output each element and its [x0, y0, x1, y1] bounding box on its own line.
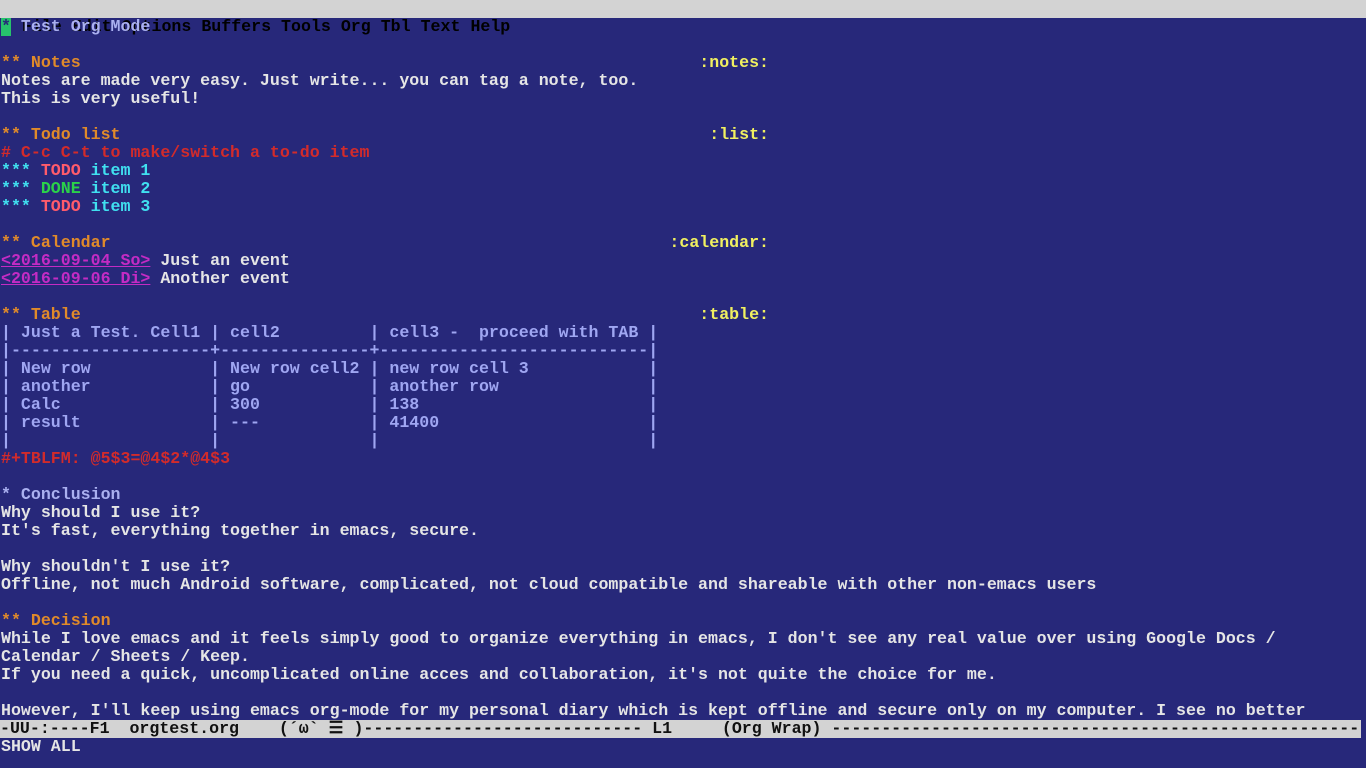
todo-item[interactable]: *** DONE item 2	[1, 180, 1365, 198]
event-text: Another event	[150, 269, 290, 288]
todo-item-text: item 2	[80, 179, 151, 198]
done-keyword: DONE	[40, 179, 81, 198]
table-row[interactable]: | Calc | 300 | 138 |	[1, 396, 1365, 414]
todo-keyword: TODO	[40, 197, 81, 216]
table-heading[interactable]: ** Table :table:	[1, 306, 1365, 324]
table-row[interactable]: | New row | New row cell2 | new row cell…	[1, 360, 1365, 378]
table-separator: |--------------------+---------------+--…	[1, 341, 659, 360]
notes-line: This is very useful!	[1, 89, 201, 108]
todo-item[interactable]: *** TODO item 3	[1, 198, 1365, 216]
decision-line: However, I'll keep using emacs org-mode …	[1, 701, 1306, 720]
todo-item-text: item 1	[80, 161, 151, 180]
editor-buffer[interactable]: * Test Org Mode ** Notes :notes: Notes ar…	[1, 18, 1365, 720]
conclusion-heading[interactable]: * Conclusion	[1, 486, 1365, 504]
conclusion-line: It's fast, everything together in emacs,…	[1, 521, 479, 540]
decision-line	[1, 684, 1365, 702]
notes-line: Notes are made very easy. Just write... …	[1, 71, 639, 90]
table-row[interactable]: | Just a Test. Cell1 | cell2 | cell3 - p…	[1, 324, 1365, 342]
notes-heading[interactable]: ** Notes :notes:	[1, 54, 1365, 72]
todo-item-stars: ***	[1, 197, 41, 216]
title-text: Test Org Mode	[10, 18, 151, 36]
conclusion-line: Offline, not much Android software, comp…	[1, 575, 1097, 594]
calendar-heading[interactable]: ** Calendar :calendar:	[1, 234, 1365, 252]
calendar-tag: :calendar:	[669, 233, 769, 252]
calendar-event: <2016-09-04 So> Just an event	[1, 252, 1365, 270]
todo-item-text: item 3	[80, 197, 151, 216]
notes-heading-text: ** Notes	[1, 53, 81, 72]
todo-item-stars: ***	[1, 161, 41, 180]
table-row[interactable]: | another | go | another row |	[1, 378, 1365, 396]
todo-heading-text: ** Todo list	[1, 125, 121, 144]
table-row[interactable]: | | | |	[1, 432, 1365, 450]
conclusion-line	[1, 540, 1365, 558]
text-cursor: *	[1, 18, 11, 36]
todo-heading[interactable]: ** Todo list :list:	[1, 126, 1365, 144]
todo-keyword: TODO	[40, 161, 81, 180]
table-heading-text: ** Table	[1, 305, 81, 324]
decision-line: If you need a quick, uncomplicated onlin…	[1, 665, 997, 684]
todo-item[interactable]: *** TODO item 1	[1, 162, 1365, 180]
mode-line[interactable]: -UU-:----F1 orgtest.org (´ω` ☰ )--------…	[0, 720, 1361, 738]
todo-tag: :list:	[709, 125, 769, 144]
calendar-event: <2016-09-06 Di> Another event	[1, 270, 1365, 288]
conclusion-line: Why should I use it?	[1, 503, 201, 522]
echo-area: SHOW ALL	[1, 737, 81, 756]
event-date-link[interactable]: <2016-09-06 Di>	[1, 269, 150, 288]
decision-line: While I love emacs and it feels simply g…	[1, 629, 1276, 648]
event-text: Just an event	[150, 251, 290, 270]
event-date-link[interactable]: <2016-09-04 So>	[1, 251, 150, 270]
table-row[interactable]: | result | --- | 41400 |	[1, 414, 1365, 432]
table-tag: :table:	[699, 305, 769, 324]
calendar-heading-text: ** Calendar	[1, 233, 111, 252]
menu-bar: File Edit Options Buffers Tools Org Tbl Text Hel…	[0, 0, 1366, 36]
conclusion-line: Why shouldn't I use it?	[1, 557, 231, 576]
decision-heading[interactable]: ** Decision	[1, 612, 1365, 630]
table-formula: #+TBLFM: @5$3=@4$2*@4$3	[1, 449, 231, 468]
decision-line: Calendar / Sheets / Keep.	[1, 647, 250, 666]
title-heading[interactable]: * Test Org Mode	[1, 18, 1365, 36]
todo-comment: # C-c C-t to make/switch a to-do item	[1, 143, 370, 162]
notes-tag: :notes:	[699, 53, 769, 72]
todo-item-stars: ***	[1, 179, 41, 198]
